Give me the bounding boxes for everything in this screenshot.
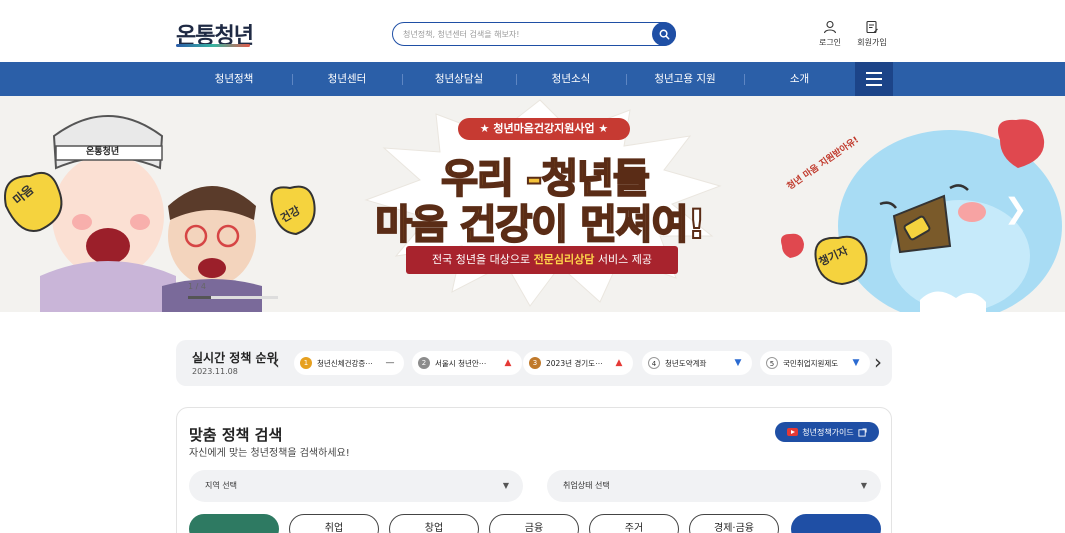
nav-item-about[interactable]: 소개 — [744, 62, 855, 96]
menu-icon-bar — [866, 84, 882, 86]
logo-underline — [176, 44, 250, 47]
rank-trend-icon: ▼ — [852, 358, 860, 368]
region-select[interactable]: 지역 선택 ▼ — [189, 470, 523, 502]
policy-guide-button[interactable]: 청년정책가이드 — [775, 422, 879, 442]
match-title: 맞춤 정책 검색 — [189, 426, 283, 444]
ranking-item[interactable]: 4 청년도약계좌 ▼ — [642, 351, 752, 375]
ranking-title: 실시간 정책 순위 — [192, 351, 278, 365]
rank-policy-name: 청년신체건강증⋯ — [317, 358, 373, 368]
hero-banner[interactable]: ★ 청년마음건강지원사업 ★ 우리 -청년들 마음 건강이 먼져여! 전국 청년… — [0, 96, 1065, 312]
ribbon-text-b: 서비스 제공 — [594, 253, 652, 266]
main-navigation: 청년정책 청년센터 청년상담실 청년소식 청년고용 지원 소개 — [0, 62, 1065, 96]
banner-next-arrow[interactable]: ❯ — [1004, 192, 1027, 225]
rank-policy-name: 서울시 청년안⋯ — [435, 358, 487, 368]
category-button-housing[interactable]: 주거 — [589, 514, 679, 533]
ribbon-highlight: 전문심리상담 — [533, 253, 595, 266]
banner-title-line2-b: 이 먼져여! — [530, 201, 706, 249]
rank-number: 3 — [529, 357, 541, 369]
chevron-down-icon: ▼ — [502, 481, 509, 490]
chevron-down-icon: ▼ — [860, 481, 867, 490]
rank-policy-name: 국민취업지원제도 — [783, 358, 839, 368]
rank-trend-icon: ▲ — [615, 358, 623, 368]
external-link-icon — [858, 427, 867, 437]
ranking-item[interactable]: 1 청년신체건강증⋯ — — [294, 351, 404, 375]
banner-page-counter: 1 / 4 — [188, 282, 206, 291]
user-icon — [823, 20, 837, 34]
banner-title-line2: 마음 건강이 먼져여! — [330, 192, 750, 250]
banner-badge: ★ 청년마음건강지원사업 ★ — [458, 118, 630, 140]
menu-icon-bar — [866, 78, 882, 80]
policy-ranking: 실시간 정책 순위 2023.11.08 ‹ 1 청년신체건강증⋯ — 2 서울… — [176, 340, 892, 386]
ranking-item[interactable]: 3 2023년 경기도⋯ ▲ — [523, 351, 633, 375]
nav-item-counseling[interactable]: 청년상담실 — [402, 62, 516, 96]
site-header: 온통청년 로그인 회원가입 — [0, 0, 1065, 62]
rank-policy-name: 청년도약계좌 — [665, 358, 707, 368]
hamburger-menu-button[interactable] — [855, 62, 893, 96]
policy-guide-label: 청년정책가이드 — [802, 427, 854, 437]
search-button[interactable] — [652, 22, 676, 46]
search-bar — [392, 22, 676, 46]
banner-ribbon: 전국 청년을 대상으로 전문심리상담 서비스 제공 — [406, 246, 678, 274]
signup-icon — [866, 20, 878, 34]
nav-item-employment[interactable]: 청년고용 지원 — [626, 62, 744, 96]
category-button-employment[interactable]: 취업 — [289, 514, 379, 533]
banner-progress-fill — [188, 296, 211, 299]
ranking-item[interactable]: 2 서울시 청년안⋯ ▲ — [412, 351, 522, 375]
ribbon-text-a: 전국 청년을 대상으로 — [432, 253, 534, 266]
category-button-finance[interactable]: 금융 — [489, 514, 579, 533]
region-select-label: 지역 선택 — [205, 481, 237, 490]
rank-number: 4 — [648, 357, 660, 369]
login-link[interactable]: 로그인 — [810, 20, 850, 48]
rank-number: 2 — [418, 357, 430, 369]
rank-trend-icon: — — [385, 358, 395, 368]
nav-item-news[interactable]: 청년소식 — [516, 62, 626, 96]
category-button-startup[interactable]: 창업 — [389, 514, 479, 533]
nav-item-policy[interactable]: 청년정책 — [176, 62, 292, 96]
search-icon — [659, 29, 669, 39]
login-label: 로그인 — [818, 38, 842, 47]
category-button-economy[interactable]: 경제·금융 — [689, 514, 779, 533]
menu-icon-bar — [866, 72, 882, 74]
search-input[interactable] — [403, 27, 643, 42]
ranking-prev-button[interactable]: ‹ — [272, 350, 280, 374]
ranking-date: 2023.11.08 — [192, 367, 238, 376]
rank-number: 5 — [766, 357, 778, 369]
rank-trend-icon: ▼ — [734, 358, 742, 368]
rank-policy-name: 2023년 경기도⋯ — [546, 358, 603, 368]
category-button-all[interactable] — [189, 514, 279, 533]
employment-select-label: 취업상태 선택 — [563, 481, 610, 490]
join-label: 회원가입 — [857, 38, 887, 47]
ranking-next-button[interactable]: › — [874, 350, 882, 374]
nav-item-center[interactable]: 청년센터 — [292, 62, 402, 96]
banner-progress — [188, 296, 278, 299]
join-link[interactable]: 회원가입 — [852, 20, 892, 48]
ranking-item[interactable]: 5 국민취업지원제도 ▼ — [760, 351, 870, 375]
rank-number: 1 — [300, 357, 312, 369]
youtube-icon — [787, 428, 799, 436]
headband-text: 온통청년 — [86, 147, 120, 157]
match-subtitle: 자신에게 맞는 청년정책을 검색하세요! — [189, 448, 350, 459]
employment-status-select[interactable]: 취업상태 선택 ▼ — [547, 470, 881, 502]
rank-trend-icon: ▲ — [504, 358, 512, 368]
custom-policy-search: 맞춤 정책 검색 자신에게 맞는 청년정책을 검색하세요! 청년정책가이드 지역… — [176, 407, 892, 533]
banner-title-line2-a: 마음 건강 — [374, 201, 533, 249]
category-search-button[interactable] — [791, 514, 881, 533]
